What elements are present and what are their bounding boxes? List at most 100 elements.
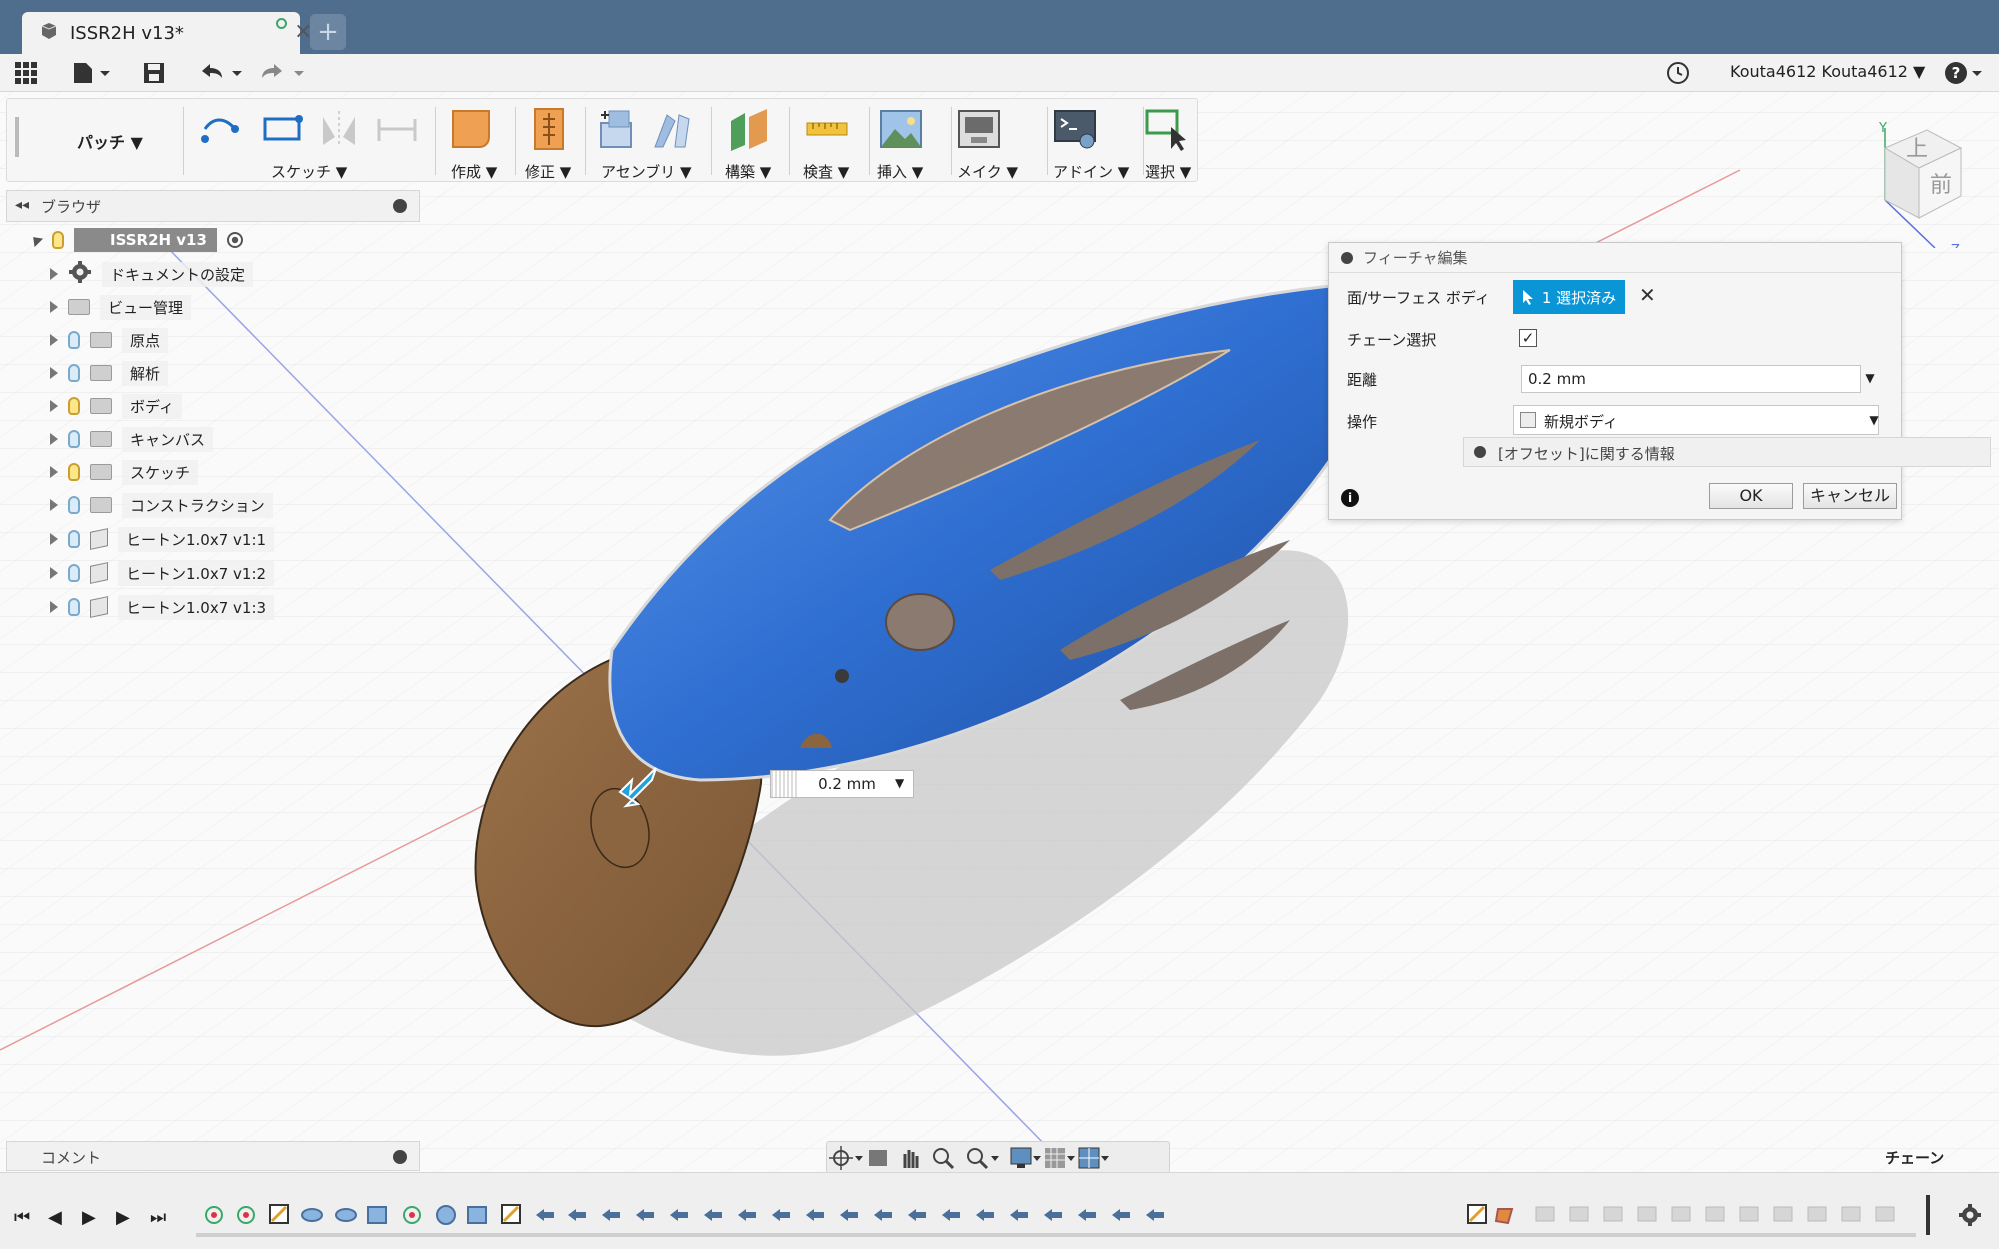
history-clock-icon[interactable]: [1666, 59, 1690, 87]
expand-toggle-icon[interactable]: [50, 533, 58, 545]
group-select[interactable]: 選択 ▼: [1145, 99, 1205, 183]
selection-button[interactable]: 1 選択済み: [1513, 280, 1625, 314]
browser-item-construction[interactable]: コンストラクション: [50, 491, 273, 519]
visibility-bulb-icon[interactable]: [52, 231, 64, 249]
visibility-bulb-icon[interactable]: [68, 331, 80, 349]
new-tab-button[interactable]: +: [310, 14, 346, 50]
undo-icon[interactable]: [198, 59, 246, 87]
save-icon[interactable]: [142, 59, 166, 87]
document-tab[interactable]: ISSR2H v13* ×: [22, 12, 312, 54]
visibility-bulb-icon[interactable]: [68, 430, 80, 448]
browser-item-component-1[interactable]: ヒートン1.0x7 v1:1: [50, 525, 275, 553]
timeline-play-icon[interactable]: ▶: [82, 1207, 96, 1228]
expand-toggle-icon[interactable]: [50, 301, 58, 313]
timeline-first-icon[interactable]: ⏮: [14, 1207, 30, 1228]
group-inspect[interactable]: 検査 ▼: [795, 99, 865, 183]
apps-grid-icon[interactable]: [14, 59, 38, 87]
timeline-settings-gear-icon[interactable]: [1958, 1203, 1982, 1231]
insert-group-label[interactable]: 挿入 ▼: [877, 161, 923, 182]
group-modify[interactable]: 修正 ▼: [521, 99, 581, 183]
visibility-bulb-icon[interactable]: [68, 598, 80, 616]
operation-dropdown-icon[interactable]: ▼: [1865, 413, 1883, 427]
clear-selection-button[interactable]: ✕: [1639, 283, 1656, 307]
group-assembly[interactable]: アセンブリ ▼: [591, 99, 707, 183]
root-component-label[interactable]: ISSR2H v13: [74, 228, 217, 252]
redo-icon[interactable]: [258, 59, 306, 87]
comments-panel[interactable]: コメント: [6, 1141, 420, 1171]
browser-item-document-settings[interactable]: ドキュメントの設定: [50, 260, 254, 288]
expand-toggle-icon[interactable]: [28, 232, 44, 248]
assembly-group-label[interactable]: アセンブリ ▼: [601, 161, 692, 182]
timeline-marker[interactable]: [1926, 1195, 1930, 1235]
timeline-next-icon[interactable]: ▶: [116, 1207, 130, 1228]
help-icon[interactable]: ?: [1944, 59, 1984, 87]
group-construct[interactable]: 構築 ▼: [717, 99, 785, 183]
offset-info-link[interactable]: [オフセット]に関する情報: [1463, 437, 1991, 467]
make-group-label[interactable]: メイク ▼: [957, 161, 1018, 182]
sketch-group-label[interactable]: スケッチ ▼: [271, 161, 347, 182]
modify-group-label[interactable]: 修正 ▼: [525, 161, 571, 182]
expand-toggle-icon[interactable]: [50, 433, 58, 445]
operation-select[interactable]: 新規ボディ: [1513, 405, 1879, 435]
visibility-bulb-icon[interactable]: [68, 530, 80, 548]
group-addins[interactable]: アドイン ▼: [1053, 99, 1139, 183]
addins-group-label[interactable]: アドイン ▼: [1053, 161, 1129, 182]
drag-handle[interactable]: [771, 771, 799, 797]
expand-toggle-icon[interactable]: [50, 400, 58, 412]
expand-toggle-icon[interactable]: [50, 601, 58, 613]
expand-toggle-icon[interactable]: [50, 334, 58, 346]
browser-minimize-icon[interactable]: [393, 199, 407, 213]
ribbon-grip[interactable]: [15, 117, 19, 157]
visibility-bulb-icon[interactable]: [68, 496, 80, 514]
visibility-bulb-icon[interactable]: [68, 463, 80, 481]
visibility-bulb-icon[interactable]: [68, 564, 80, 582]
expand-comments-icon[interactable]: [393, 1150, 407, 1164]
activate-radio-icon[interactable]: [226, 232, 243, 248]
canvas-input-dropdown-icon[interactable]: ▼: [895, 776, 904, 790]
user-account-menu[interactable]: Kouta4612 Kouta4612 ▼: [1730, 62, 1925, 81]
view-cube[interactable]: Y Z 上 前: [1855, 118, 1965, 258]
collapse-dialog-icon[interactable]: [1341, 251, 1353, 264]
chain-select-checkbox[interactable]: ✓: [1519, 329, 1537, 347]
group-make[interactable]: メイク ▼: [957, 99, 1043, 183]
modify-icon: [534, 108, 564, 150]
browser-item-origin[interactable]: 原点: [50, 326, 169, 354]
expand-toggle-icon[interactable]: [50, 268, 58, 280]
browser-item-canvases[interactable]: キャンバス: [50, 425, 214, 453]
file-menu-icon[interactable]: [72, 59, 112, 87]
group-create[interactable]: 作成 ▼: [443, 99, 511, 183]
expand-toggle-icon[interactable]: [50, 367, 58, 379]
create-group-label[interactable]: 作成 ▼: [451, 161, 497, 182]
visibility-bulb-icon[interactable]: [68, 397, 80, 415]
group-sketch[interactable]: スケッチ ▼: [191, 99, 431, 183]
inspect-group-label[interactable]: 検査 ▼: [803, 161, 849, 182]
group-insert[interactable]: 挿入 ▼: [875, 99, 947, 183]
expand-toggle-icon[interactable]: [50, 499, 58, 511]
browser-item-component-3[interactable]: ヒートン1.0x7 v1:3: [50, 593, 275, 621]
browser-root-item[interactable]: ISSR2H v13: [28, 226, 243, 254]
expand-toggle-icon[interactable]: [50, 466, 58, 478]
visibility-bulb-icon[interactable]: [68, 364, 80, 382]
canvas-distance-input[interactable]: 0.2 mm ▼: [770, 770, 914, 798]
distance-input[interactable]: 0.2 mm: [1521, 365, 1861, 393]
info-icon[interactable]: i: [1341, 489, 1359, 507]
collapse-browser-icon[interactable]: ◂◂: [15, 197, 29, 213]
browser-item-analysis[interactable]: 解析: [50, 359, 169, 387]
browser-panel-header[interactable]: ◂◂ ブラウザ: [6, 190, 420, 222]
timeline-previous-icon[interactable]: ◀: [48, 1207, 62, 1228]
dialog-header[interactable]: フィーチャ編集: [1329, 243, 1901, 273]
expand-info-icon[interactable]: [1474, 446, 1486, 458]
cancel-button[interactable]: キャンセル: [1803, 483, 1897, 509]
expand-toggle-icon[interactable]: [50, 567, 58, 579]
ok-button[interactable]: OK: [1709, 483, 1793, 509]
select-group-label[interactable]: 選択 ▼: [1145, 161, 1191, 182]
browser-item-named-views[interactable]: ビュー管理: [50, 293, 192, 321]
workspace-selector[interactable]: パッチ ▼: [77, 129, 143, 153]
browser-item-sketches[interactable]: スケッチ: [50, 458, 199, 486]
browser-item-bodies[interactable]: ボディ: [50, 392, 182, 420]
distance-dropdown-icon[interactable]: ▼: [1861, 371, 1879, 385]
browser-item-component-2[interactable]: ヒートン1.0x7 v1:2: [50, 559, 275, 587]
construct-group-label[interactable]: 構築 ▼: [725, 161, 771, 182]
timeline-last-icon[interactable]: ⏭: [150, 1207, 166, 1228]
timeline-features[interactable]: [196, 1195, 1936, 1235]
